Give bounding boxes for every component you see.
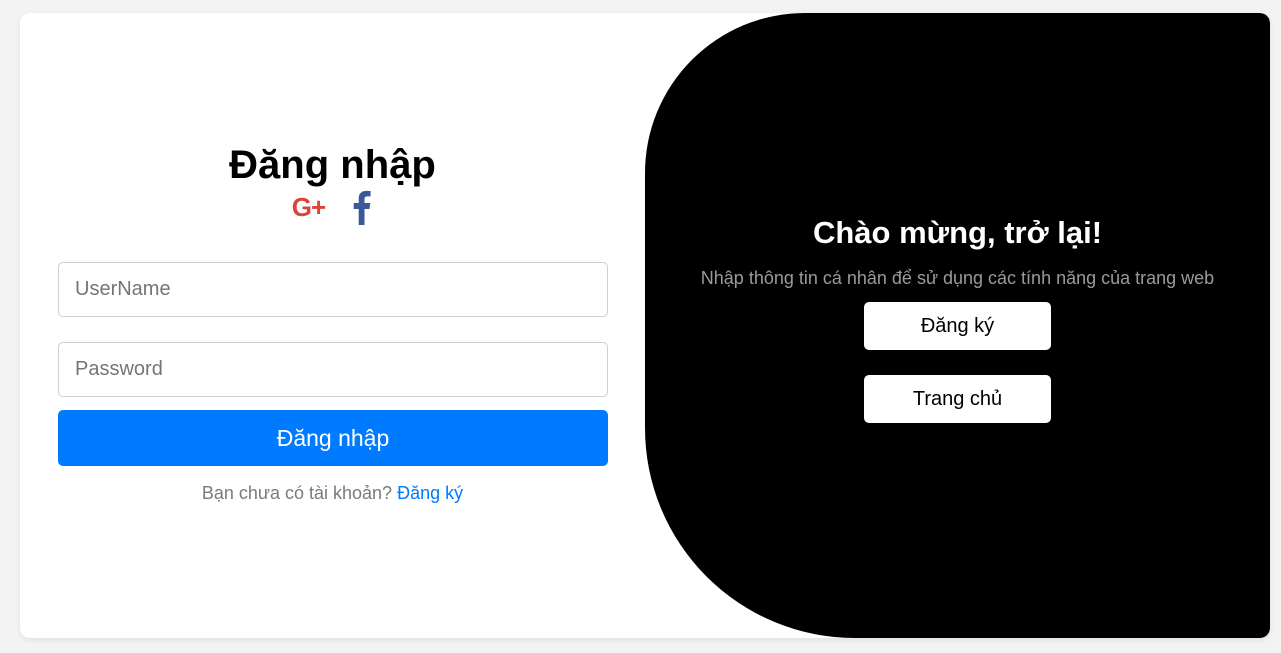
username-input[interactable] bbox=[58, 262, 608, 317]
register-button[interactable]: Đăng ký bbox=[864, 302, 1051, 350]
social-login: G+ bbox=[20, 189, 645, 225]
signup-link[interactable]: Đăng ký bbox=[397, 483, 463, 503]
google-plus-icon[interactable]: G+ bbox=[292, 189, 326, 225]
signup-prompt: Bạn chưa có tài khoản? Đăng ký bbox=[20, 483, 645, 504]
facebook-icon[interactable] bbox=[349, 189, 373, 225]
home-button[interactable]: Trang chủ bbox=[864, 375, 1051, 423]
password-input[interactable] bbox=[58, 342, 608, 397]
welcome-panel: Chào mừng, trở lại! Nhập thông tin cá nh… bbox=[645, 13, 1270, 638]
signup-prompt-text: Bạn chưa có tài khoản? bbox=[201, 483, 393, 503]
login-button[interactable]: Đăng nhập bbox=[58, 410, 608, 466]
welcome-title: Chào mừng, trở lại! bbox=[812, 215, 1103, 250]
login-title: Đăng nhập bbox=[229, 143, 436, 187]
auth-card: Đăng nhập G+ Đăng nhập Bạn chưa có tài k… bbox=[20, 13, 1270, 638]
welcome-subtitle: Nhập thông tin cá nhân để sử dụng các tí… bbox=[700, 268, 1215, 288]
login-panel: Đăng nhập G+ Đăng nhập Bạn chưa có tài k… bbox=[20, 13, 645, 638]
